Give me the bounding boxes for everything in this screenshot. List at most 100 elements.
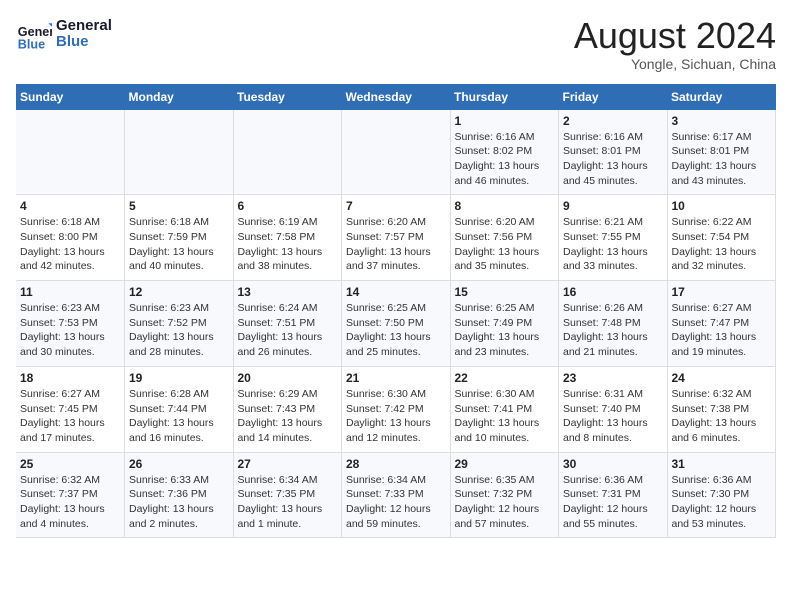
calendar-cell: 1 Sunrise: 6:16 AM Sunset: 8:02 PM Daylig…: [450, 110, 559, 195]
day-info: Sunrise: 6:27 AM Sunset: 7:45 PM Dayligh…: [20, 387, 120, 446]
day-info: Sunrise: 6:24 AM Sunset: 7:51 PM Dayligh…: [238, 301, 338, 360]
calendar-week-1: 1 Sunrise: 6:16 AM Sunset: 8:02 PM Daylig…: [16, 110, 776, 195]
day-number: 7: [346, 199, 446, 213]
day-info: Sunrise: 6:35 AM Sunset: 7:32 PM Dayligh…: [455, 473, 555, 532]
day-info: Sunrise: 6:29 AM Sunset: 7:43 PM Dayligh…: [238, 387, 338, 446]
calendar-week-3: 11 Sunrise: 6:23 AM Sunset: 7:53 PM Dayli…: [16, 281, 776, 367]
day-info: Sunrise: 6:32 AM Sunset: 7:38 PM Dayligh…: [672, 387, 772, 446]
day-number: 22: [455, 371, 555, 385]
calendar-cell: 4 Sunrise: 6:18 AM Sunset: 8:00 PM Daylig…: [16, 195, 125, 281]
day-info: Sunrise: 6:36 AM Sunset: 7:31 PM Dayligh…: [563, 473, 663, 532]
day-number: 13: [238, 285, 338, 299]
logo-blue: Blue: [56, 34, 112, 51]
calendar-cell: 20 Sunrise: 6:29 AM Sunset: 7:43 PM Dayli…: [233, 366, 342, 452]
day-info: Sunrise: 6:21 AM Sunset: 7:55 PM Dayligh…: [563, 215, 663, 274]
calendar-week-5: 25Sunrise: 6:32 AM Sunset: 7:37 PM Dayli…: [16, 452, 776, 538]
calendar-cell: 14 Sunrise: 6:25 AM Sunset: 7:50 PM Dayli…: [342, 281, 451, 367]
calendar-week-2: 4 Sunrise: 6:18 AM Sunset: 8:00 PM Daylig…: [16, 195, 776, 281]
day-info: Sunrise: 6:30 AM Sunset: 7:42 PM Dayligh…: [346, 387, 446, 446]
calendar-cell: 8Sunrise: 6:20 AM Sunset: 7:56 PM Daylig…: [450, 195, 559, 281]
calendar-cell: [125, 110, 234, 195]
day-number: 3: [672, 114, 772, 128]
day-info: Sunrise: 6:16 AM Sunset: 8:01 PM Dayligh…: [563, 130, 663, 189]
calendar-cell: 9 Sunrise: 6:21 AM Sunset: 7:55 PM Daylig…: [559, 195, 668, 281]
day-number: 27: [238, 457, 338, 471]
month-title: August 2024: [574, 16, 776, 56]
day-info: Sunrise: 6:16 AM Sunset: 8:02 PM Dayligh…: [455, 130, 555, 189]
day-info: Sunrise: 6:25 AM Sunset: 7:50 PM Dayligh…: [346, 301, 446, 360]
page-header: General Blue General Blue August 2024 Yo…: [16, 16, 776, 72]
calendar-cell: 30 Sunrise: 6:36 AM Sunset: 7:31 PM Dayli…: [559, 452, 668, 538]
day-number: 30: [563, 457, 663, 471]
day-number: 17: [672, 285, 772, 299]
svg-text:Blue: Blue: [18, 37, 45, 51]
day-number: 31: [672, 457, 772, 471]
calendar-cell: 18 Sunrise: 6:27 AM Sunset: 7:45 PM Dayli…: [16, 366, 125, 452]
day-info: Sunrise: 6:34 AM Sunset: 7:33 PM Dayligh…: [346, 473, 446, 532]
header-friday: Friday: [559, 84, 668, 110]
day-info: Sunrise: 6:23 AM Sunset: 7:52 PM Dayligh…: [129, 301, 229, 360]
header-thursday: Thursday: [450, 84, 559, 110]
logo-icon: General Blue: [16, 16, 52, 52]
calendar-cell: 15Sunrise: 6:25 AM Sunset: 7:49 PM Dayli…: [450, 281, 559, 367]
calendar-cell: 3 Sunrise: 6:17 AM Sunset: 8:01 PM Daylig…: [667, 110, 776, 195]
day-info: Sunrise: 6:31 AM Sunset: 7:40 PM Dayligh…: [563, 387, 663, 446]
day-number: 10: [672, 199, 772, 213]
day-number: 9: [563, 199, 663, 213]
day-info: Sunrise: 6:20 AM Sunset: 7:57 PM Dayligh…: [346, 215, 446, 274]
day-number: 14: [346, 285, 446, 299]
calendar-week-4: 18 Sunrise: 6:27 AM Sunset: 7:45 PM Dayli…: [16, 366, 776, 452]
day-info: Sunrise: 6:30 AM Sunset: 7:41 PM Dayligh…: [455, 387, 555, 446]
title-area: August 2024 Yongle, Sichuan, China: [574, 16, 776, 72]
calendar-cell: 10 Sunrise: 6:22 AM Sunset: 7:54 PM Dayli…: [667, 195, 776, 281]
calendar-cell: [16, 110, 125, 195]
calendar-cell: 11 Sunrise: 6:23 AM Sunset: 7:53 PM Dayli…: [16, 281, 125, 367]
calendar-cell: 5Sunrise: 6:18 AM Sunset: 7:59 PM Daylig…: [125, 195, 234, 281]
day-info: Sunrise: 6:17 AM Sunset: 8:01 PM Dayligh…: [672, 130, 772, 189]
day-number: 20: [238, 371, 338, 385]
day-info: Sunrise: 6:23 AM Sunset: 7:53 PM Dayligh…: [20, 301, 120, 360]
header-saturday: Saturday: [667, 84, 776, 110]
day-number: 25: [20, 457, 120, 471]
calendar-cell: 28 Sunrise: 6:34 AM Sunset: 7:33 PM Dayli…: [342, 452, 451, 538]
day-info: Sunrise: 6:34 AM Sunset: 7:35 PM Dayligh…: [238, 473, 338, 532]
logo-general: General: [56, 18, 112, 35]
calendar-cell: [342, 110, 451, 195]
day-info: Sunrise: 6:36 AM Sunset: 7:30 PM Dayligh…: [672, 473, 772, 532]
day-number: 4: [20, 199, 120, 213]
calendar-cell: 21Sunrise: 6:30 AM Sunset: 7:42 PM Dayli…: [342, 366, 451, 452]
day-info: Sunrise: 6:18 AM Sunset: 8:00 PM Dayligh…: [20, 215, 120, 274]
calendar-cell: 24Sunrise: 6:32 AM Sunset: 7:38 PM Dayli…: [667, 366, 776, 452]
day-number: 6: [238, 199, 338, 213]
calendar-cell: 7 Sunrise: 6:20 AM Sunset: 7:57 PM Daylig…: [342, 195, 451, 281]
header-wednesday: Wednesday: [342, 84, 451, 110]
location: Yongle, Sichuan, China: [574, 56, 776, 72]
calendar-cell: [233, 110, 342, 195]
day-info: Sunrise: 6:27 AM Sunset: 7:47 PM Dayligh…: [672, 301, 772, 360]
day-number: 1: [455, 114, 555, 128]
day-number: 5: [129, 199, 229, 213]
day-number: 28: [346, 457, 446, 471]
calendar-table: SundayMondayTuesdayWednesdayThursdayFrid…: [16, 84, 776, 539]
day-number: 11: [20, 285, 120, 299]
header-tuesday: Tuesday: [233, 84, 342, 110]
calendar-cell: 23Sunrise: 6:31 AM Sunset: 7:40 PM Dayli…: [559, 366, 668, 452]
calendar-header-row: SundayMondayTuesdayWednesdayThursdayFrid…: [16, 84, 776, 110]
calendar-cell: 19 Sunrise: 6:28 AM Sunset: 7:44 PM Dayli…: [125, 366, 234, 452]
day-info: Sunrise: 6:22 AM Sunset: 7:54 PM Dayligh…: [672, 215, 772, 274]
day-info: Sunrise: 6:28 AM Sunset: 7:44 PM Dayligh…: [129, 387, 229, 446]
calendar-cell: 16Sunrise: 6:26 AM Sunset: 7:48 PM Dayli…: [559, 281, 668, 367]
calendar-cell: 26Sunrise: 6:33 AM Sunset: 7:36 PM Dayli…: [125, 452, 234, 538]
calendar-cell: 31 Sunrise: 6:36 AM Sunset: 7:30 PM Dayli…: [667, 452, 776, 538]
day-number: 12: [129, 285, 229, 299]
day-info: Sunrise: 6:26 AM Sunset: 7:48 PM Dayligh…: [563, 301, 663, 360]
day-number: 26: [129, 457, 229, 471]
calendar-cell: 29Sunrise: 6:35 AM Sunset: 7:32 PM Dayli…: [450, 452, 559, 538]
day-number: 19: [129, 371, 229, 385]
day-number: 2: [563, 114, 663, 128]
calendar-cell: 12 Sunrise: 6:23 AM Sunset: 7:52 PM Dayli…: [125, 281, 234, 367]
calendar-cell: 17 Sunrise: 6:27 AM Sunset: 7:47 PM Dayli…: [667, 281, 776, 367]
calendar-cell: 27 Sunrise: 6:34 AM Sunset: 7:35 PM Dayli…: [233, 452, 342, 538]
day-number: 18: [20, 371, 120, 385]
header-sunday: Sunday: [16, 84, 125, 110]
